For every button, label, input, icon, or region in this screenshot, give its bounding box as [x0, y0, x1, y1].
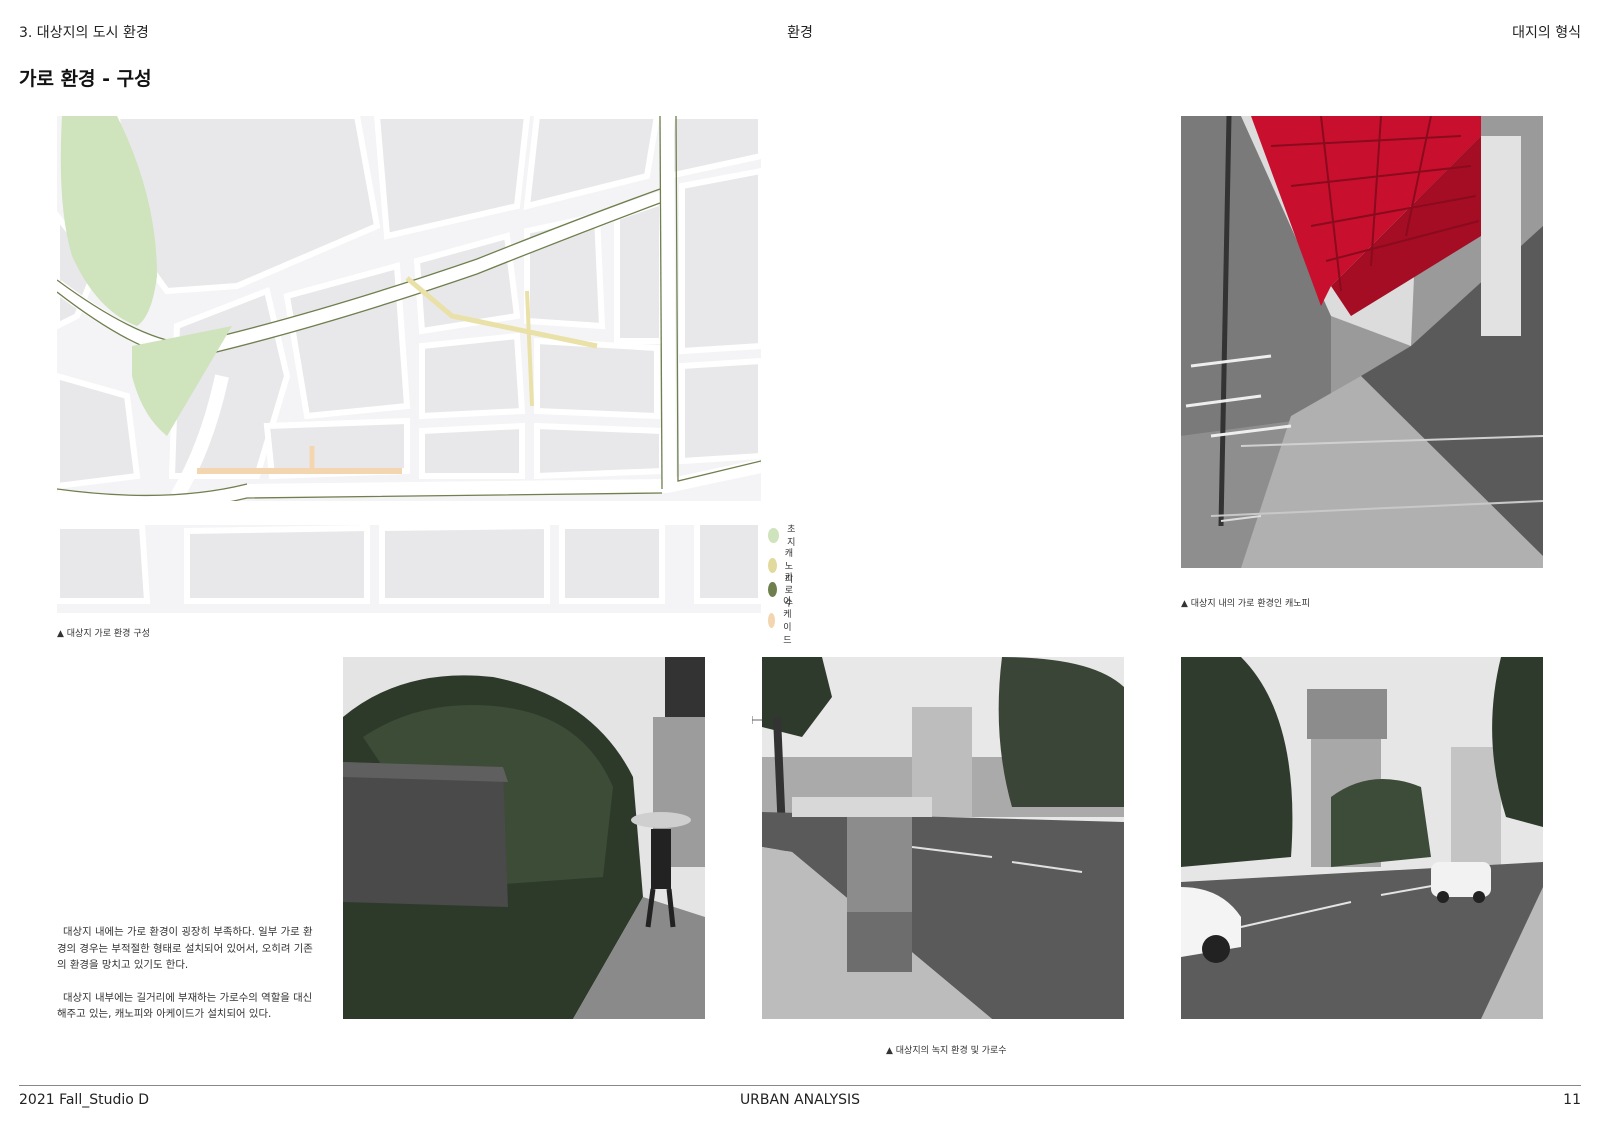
street-tree [998, 657, 1124, 807]
footer-section: URBAN ANALYSIS [739, 1092, 861, 1108]
billboard [1307, 689, 1387, 739]
canopy-street-photo [1181, 116, 1543, 568]
pedestrian [651, 829, 671, 889]
street-utility-box-photo [762, 657, 1124, 1019]
map-drawing [52, 113, 764, 613]
green-photo-caption: ▲ 대상지의 녹지 환경 및 가로수 [886, 1046, 1007, 1056]
footer-divider [19, 1085, 1581, 1086]
map-caption: ▲ 대상지 가로 환경 구성 [57, 629, 150, 639]
page-number: 11 [1563, 1092, 1581, 1108]
street-environment-map [52, 113, 815, 727]
legend-label: 초지 [787, 525, 796, 548]
legend-label: 아케이드 [783, 597, 792, 646]
utility-box [847, 807, 912, 912]
canopy-photo-caption: ▲ 대상지 내의 가로 환경인 캐노피 [1181, 599, 1310, 609]
topic-label: 대지의 형식 [1512, 25, 1581, 41]
white-car [1431, 862, 1491, 897]
legend-swatch-grass [768, 527, 780, 543]
chapter-label: 환경 [787, 25, 813, 41]
legend-swatch-arcade [768, 612, 776, 628]
ivy-wall-photo [343, 657, 705, 1019]
description-text: 대상지 내에는 가로 환경이 굉장히 부족하다. 일부 가로 환경의 경우는 부… [57, 924, 321, 1039]
utility-box [343, 762, 508, 907]
legend-item-grass: 초지 [768, 522, 799, 548]
city-street-photo [1181, 657, 1543, 1019]
umbrella [631, 812, 691, 828]
legend-item-arcade: 아케이드 [768, 594, 799, 646]
page-title: 가로 환경 - 구성 [19, 68, 152, 90]
description-paragraph-2: 대상지 내부에는 길거리에 부재하는 가로수의 역할을 대신 해주고 있는, 캐… [57, 991, 313, 1021]
description-paragraph-1: 대상지 내에는 가로 환경이 굉장히 부족하다. 일부 가로 환경의 경우는 부… [57, 926, 313, 971]
